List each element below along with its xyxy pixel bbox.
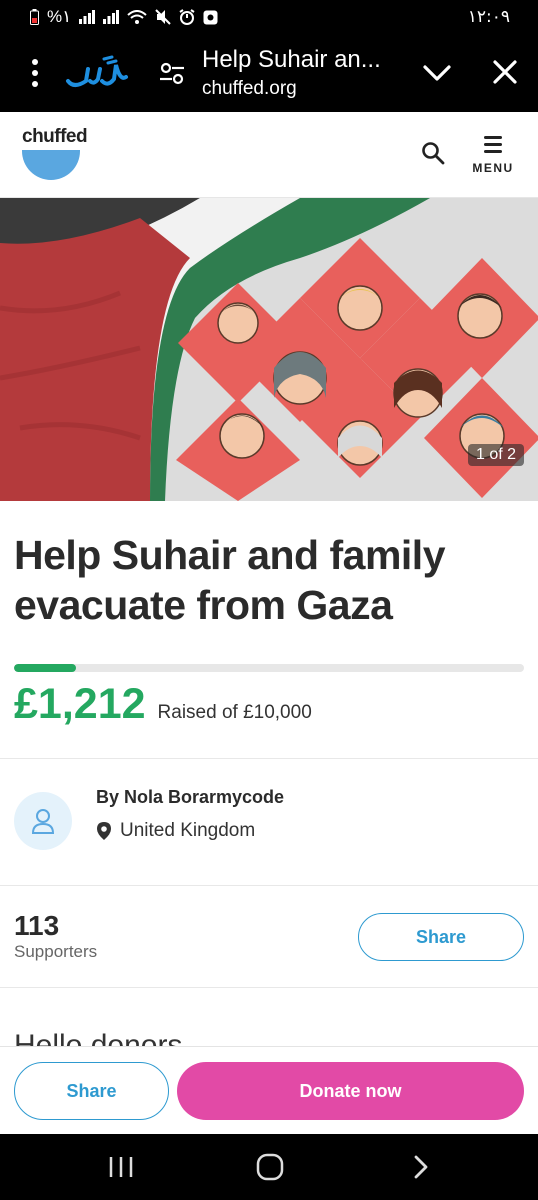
donate-action-bar: Share Donate now xyxy=(0,1046,538,1134)
raised-summary: £1,212 Raised of £10,000 xyxy=(14,680,312,729)
browser-toolbar: Help Suhair an... chuffed.org xyxy=(0,34,538,112)
app-notification-icon xyxy=(203,10,218,25)
mute-icon xyxy=(155,9,171,25)
avatar[interactable] xyxy=(14,792,72,850)
user-icon xyxy=(31,809,55,834)
search-icon[interactable] xyxy=(420,140,446,166)
more-options-icon[interactable] xyxy=(20,59,50,87)
hero-illustration xyxy=(0,198,538,501)
progress-fill xyxy=(14,664,76,672)
supporter-label: Supporters xyxy=(14,942,98,961)
share-button[interactable]: Share xyxy=(358,913,524,961)
logo-text: chuffed xyxy=(22,126,88,147)
battery-percent: %١ xyxy=(47,7,72,26)
story-preview: Hello donors xyxy=(14,1026,534,1046)
back-icon[interactable] xyxy=(410,1153,432,1181)
url-display[interactable]: Help Suhair an... chuffed.org xyxy=(202,46,402,100)
recent-apps-icon[interactable] xyxy=(108,1155,134,1179)
status-time: ١٢:٠٩ xyxy=(467,7,510,27)
close-icon[interactable] xyxy=(490,57,520,87)
supporter-count: 113 xyxy=(14,910,60,941)
battery-icon xyxy=(30,9,39,25)
hamburger-icon xyxy=(484,136,502,153)
menu-button[interactable]: MENU xyxy=(470,136,516,175)
fundraising-progress-bar xyxy=(14,664,524,672)
share-button-bottom[interactable]: Share xyxy=(14,1062,169,1120)
wifi-icon xyxy=(127,9,147,25)
raised-amount: £1,212 xyxy=(14,680,146,728)
site-settings-icon[interactable] xyxy=(158,59,186,87)
location-text: United Kingdom xyxy=(120,820,256,841)
site-header: chuffed MENU xyxy=(0,112,538,198)
chevron-down-icon[interactable] xyxy=(420,58,454,88)
logo-bowl xyxy=(22,150,80,180)
url-host: chuffed.org xyxy=(202,78,297,99)
home-icon[interactable] xyxy=(256,1153,284,1181)
image-counter: 1 of 2 xyxy=(467,444,524,466)
browser-app-logo[interactable] xyxy=(64,51,130,95)
menu-label: MENU xyxy=(472,161,514,175)
divider xyxy=(0,758,538,759)
browser-app-logo-mark xyxy=(66,55,128,87)
chuffed-logo[interactable]: chuffed xyxy=(22,126,88,180)
alarm-icon xyxy=(179,9,195,25)
status-bar: %١ ١٢:٠٩ xyxy=(0,0,538,34)
divider xyxy=(0,885,538,886)
status-icons: %١ xyxy=(30,7,218,27)
hero-image[interactable]: 1 of 2 xyxy=(0,198,538,501)
donate-button[interactable]: Donate now xyxy=(177,1062,524,1120)
page-title: Help Suhair an... xyxy=(202,46,381,73)
signal-icon xyxy=(103,10,120,24)
organiser-name[interactable]: By Nola Borarmycode xyxy=(96,787,284,808)
signal-icon xyxy=(79,10,96,24)
divider xyxy=(0,987,538,988)
location-pin-icon xyxy=(97,822,111,840)
story-opening: Hello donors xyxy=(14,1029,183,1046)
organiser-location: United Kingdom xyxy=(96,820,255,842)
campaign-title: Help Suhair and family evacuate from Gaz… xyxy=(14,532,446,628)
raised-target: Raised of £10,000 xyxy=(157,702,312,723)
system-nav-bar xyxy=(0,1134,538,1200)
